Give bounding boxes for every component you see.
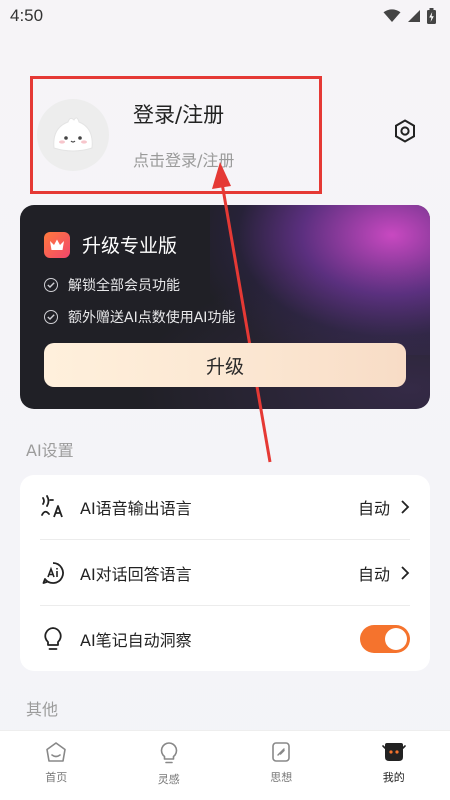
chevron-right-icon <box>401 566 410 580</box>
setting-row-voice-language[interactable]: AI语音输出语言 自动 <box>20 475 430 539</box>
setting-row-auto-insight: AI笔记自动洞察 <box>20 607 430 671</box>
status-icons <box>383 8 436 24</box>
setting-label: AI语音输出语言 <box>80 499 192 518</box>
settings-hexagon-icon <box>395 119 415 143</box>
login-title[interactable]: 登录/注册 <box>133 99 234 129</box>
setting-label: AI笔记自动洞察 <box>80 631 192 650</box>
check-circle-icon <box>44 278 58 292</box>
bottom-tab-bar: 首页 灵感 思想 我的 <box>0 730 450 800</box>
home-icon <box>46 742 67 762</box>
login-profile-area[interactable]: 登录/注册 点击登录/注册 <box>30 76 322 194</box>
lightbulb-icon <box>40 626 66 652</box>
upgrade-pro-header: 升级专业版 <box>44 231 177 258</box>
chevron-right-icon <box>401 500 410 514</box>
vip-feature-label: 解锁全部会员功能 <box>68 278 180 294</box>
tab-label: 思想 <box>270 771 293 784</box>
vip-feature-label: 额外赠送AI点数使用AI功能 <box>68 310 236 326</box>
signal-icon <box>408 10 420 22</box>
check-circle-icon <box>44 310 58 324</box>
tab-home[interactable]: 首页 <box>0 731 113 800</box>
tab-thoughts[interactable]: 思想 <box>225 731 338 800</box>
wifi-icon <box>383 9 401 22</box>
setting-label: AI对话回答语言 <box>80 565 192 584</box>
toggle-knob <box>385 628 407 650</box>
settings-button[interactable] <box>392 118 418 144</box>
section-label-ai-settings: AI设置 <box>26 441 74 460</box>
crown-icon <box>44 231 70 258</box>
avatar <box>37 99 109 171</box>
tab-label: 灵感 <box>157 773 180 786</box>
ai-settings-card: AI语音输出语言 自动 AI对话回答语言 自动 AI笔记自动洞察 <box>20 475 430 671</box>
vip-feature-item: 额外赠送AI点数使用AI功能 <box>44 307 235 327</box>
upgrade-pro-card: 升级专业版 解锁全部会员功能 额外赠送AI点数使用AI功能 升级 <box>20 205 430 409</box>
lightbulb-icon <box>160 742 178 764</box>
tab-mine[interactable]: 我的 <box>338 731 450 800</box>
divider <box>40 605 410 606</box>
tab-label: 首页 <box>45 771 68 784</box>
auto-insight-toggle[interactable] <box>360 625 410 653</box>
bun-mascot-icon <box>53 117 93 152</box>
setting-row-chat-language[interactable]: AI对话回答语言 自动 <box>20 541 430 605</box>
setting-value: 自动 <box>357 565 390 584</box>
profile-face-icon <box>381 743 406 761</box>
profile-text: 登录/注册 点击登录/注册 <box>133 99 234 171</box>
upgrade-button[interactable]: 升级 <box>44 343 406 387</box>
section-label-other: 其他 <box>26 700 59 719</box>
ai-chat-icon <box>40 560 66 586</box>
battery-icon <box>427 8 436 24</box>
notebook-icon <box>272 742 291 762</box>
status-time: 4:50 <box>10 6 44 25</box>
divider <box>40 539 410 540</box>
login-subtitle[interactable]: 点击登录/注册 <box>133 147 234 171</box>
voice-language-icon <box>40 494 66 520</box>
upgrade-pro-title: 升级专业版 <box>82 235 178 257</box>
vip-feature-item: 解锁全部会员功能 <box>44 275 180 295</box>
status-bar: 4:50 <box>0 0 450 32</box>
tab-label: 我的 <box>382 771 405 784</box>
setting-value: 自动 <box>357 499 390 518</box>
tab-inspiration[interactable]: 灵感 <box>113 731 226 800</box>
